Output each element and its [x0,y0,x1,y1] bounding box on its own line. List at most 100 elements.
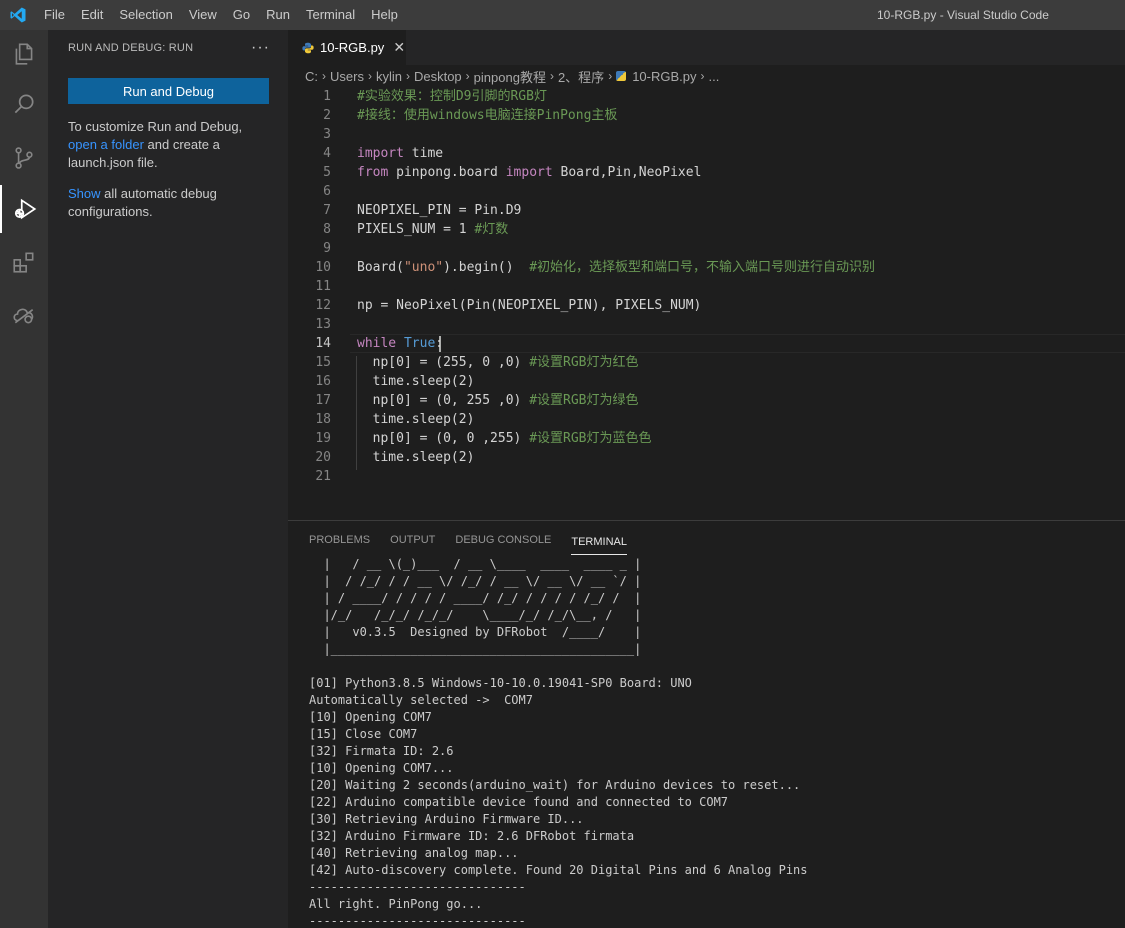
chevron-right-icon: › [367,69,372,83]
breadcrumb: C: › Users › kylin › Desktop › pinpong教程 › 2、程序 › 10… [288,65,1125,87]
terminal-line: ------------------------------ [309,880,526,894]
line-content: np[0] = (0, 255 ,0) #设置RGB灯为绿色 [357,391,639,410]
code-line: 1 #实验效果：控制D9引脚的RGB灯 [288,87,1125,106]
code-token: : [435,336,444,351]
code-token: #设置RGB灯为红色 [529,355,639,370]
line-content: np[0] = (255, 0 ,0) #设置RGB灯为红色 [357,353,639,372]
tab-10-rgb-py[interactable]: 10-RGB.py ✕ [288,30,406,65]
python-file-icon [302,42,314,53]
terminal-line: [10] Opening COM7... [309,761,454,775]
customize-text: To customize Run and Debug, open a folde… [68,118,268,172]
code-line: 15 np[0] = (255, 0 ,0) #设置RGB灯为红色 [288,353,1125,372]
line-content: time.sleep(2) [357,448,475,467]
search-icon[interactable] [0,80,48,128]
line-number: 6 [323,184,331,199]
line-content: time.sleep(2) [357,372,475,391]
terminal-line: Automatically selected -> COM7 [309,693,533,707]
chevron-right-icon: › [322,69,326,83]
line-number: 2 [323,108,331,123]
code-token: np[0] = (0, 0 ,255) [357,431,530,446]
line-number: 14 [315,336,331,351]
line-number: 4 [323,146,331,161]
terminal-line: [32] Arduino Firmware ID: 2.6 DFRobot fi… [309,829,635,843]
line-content: np = NeoPixel(Pin(NEOPIXEL_PIN), PIXELS_… [357,296,701,315]
line-number: 21 [315,469,331,484]
line-number: 10 [315,260,331,275]
customize-text-line3: launch.json file. [68,155,158,170]
line-number: 1 [323,89,331,104]
breadcrumb-item[interactable]: 10-RGB.py [632,69,696,84]
code-line: 12 np = NeoPixel(Pin(NEOPIXEL_PIN), PIXEL… [288,296,1125,315]
show-configs-text: Show all automatic debug configurations. [68,185,268,221]
bottom-panel: PROBLEMS OUTPUT DEBUG CONSOLE TERMINAL | / … [288,520,1125,928]
menu-help[interactable]: Help [363,0,406,30]
breadcrumb-item[interactable]: C: [305,69,318,84]
breadcrumb-item[interactable]: pinpong教程 [474,67,546,86]
code-line: 4 import time [288,144,1125,163]
tab-problems[interactable]: PROBLEMS [309,521,370,556]
more-actions-icon[interactable]: ··· [251,39,270,57]
terminal-output[interactable]: | / __ \(_)___ / __ \____ ____ ____ _ | … [309,556,1119,928]
line-number: 3 [323,127,331,142]
line-content: NEOPIXEL_PIN = Pin.D9 [357,201,521,220]
chevron-right-icon: › [405,69,410,83]
code-line: 14 while True: [288,334,1125,353]
breadcrumb-item[interactable]: Users [330,69,364,84]
sidebar-title: RUN AND DEBUG: RUN [68,41,194,54]
menu-go[interactable]: Go [225,0,258,30]
code-token: pinpong.board [388,165,506,180]
code-line: 7 NEOPIXEL_PIN = Pin.D9 [288,201,1125,220]
menu-terminal[interactable]: Terminal [298,0,363,30]
line-number: 8 [323,222,331,237]
line-number: 18 [315,412,331,427]
code-line: 3 [288,125,1125,144]
code-editor[interactable]: 1 #实验效果：控制D9引脚的RGB灯 2 #接线：使用windows电脑连接PinP… [288,87,1125,520]
tab-output[interactable]: OUTPUT [390,521,435,556]
remote-explorer-icon[interactable] [0,290,48,338]
show-configurations-link[interactable]: Show [68,186,101,201]
run-and-debug-button[interactable]: Run and Debug [68,78,269,104]
breadcrumb-item[interactable]: kylin [376,69,402,84]
source-control-icon[interactable] [0,134,48,182]
line-number: 13 [315,317,331,332]
open-folder-link[interactable]: open a folder [68,137,144,152]
line-content: #接线：使用windows电脑连接PinPong主板 [357,106,617,125]
line-number: 5 [323,165,331,180]
breadcrumb-item[interactable]: Desktop [414,69,462,84]
menu-file[interactable]: File [36,0,73,30]
code-token: time.sleep(2) [357,374,475,389]
chevron-right-icon: › [700,69,705,83]
breadcrumb-item[interactable]: ... [709,69,720,84]
menu-view[interactable]: View [181,0,225,30]
code-token: time [403,146,444,161]
explorer-icon[interactable] [0,30,48,78]
run-debug-icon[interactable] [0,185,48,233]
extensions-icon[interactable] [0,238,48,286]
line-number: 11 [315,279,331,294]
terminal-line: [22] Arduino compatible device found and… [309,795,729,809]
code-line: 2 #接线：使用windows电脑连接PinPong主板 [288,106,1125,125]
breadcrumb-item[interactable]: 2、程序 [558,67,604,86]
menu-selection[interactable]: Selection [111,0,180,30]
terminal-line: | / ____/ / / / / ____/ /_/ / / / / /_/ … [309,591,642,605]
show-configs-line1: all automatic debug [100,186,217,201]
menu-edit[interactable]: Edit [73,0,111,30]
code-line: 8 PIXELS_NUM = 1 #灯数 [288,220,1125,239]
line-content: time.sleep(2) [357,410,475,429]
tab-debug-console[interactable]: DEBUG CONSOLE [455,521,551,556]
menu-bar: File Edit Selection View Go Run Terminal Help [36,0,406,30]
code-token: from [357,165,389,180]
line-content: from pinpong.board import Board,Pin,NeoP… [357,163,701,182]
close-tab-icon[interactable]: ✕ [393,39,405,56]
code-line: 11 [288,277,1125,296]
vscode-logo-icon [0,0,36,30]
tab-terminal[interactable]: TERMINAL [571,523,627,555]
code-token: np[0] = (255, 0 ,0) [357,355,530,370]
activity-bar [0,30,48,928]
customize-text-line2: and create a [143,137,220,152]
line-content: #实验效果：控制D9引脚的RGB灯 [357,87,547,106]
code-token: np = NeoPixel(Pin(NEOPIXEL_PIN), PIXELS_… [357,298,702,313]
line-number: 12 [315,298,331,313]
menu-run[interactable]: Run [258,0,298,30]
